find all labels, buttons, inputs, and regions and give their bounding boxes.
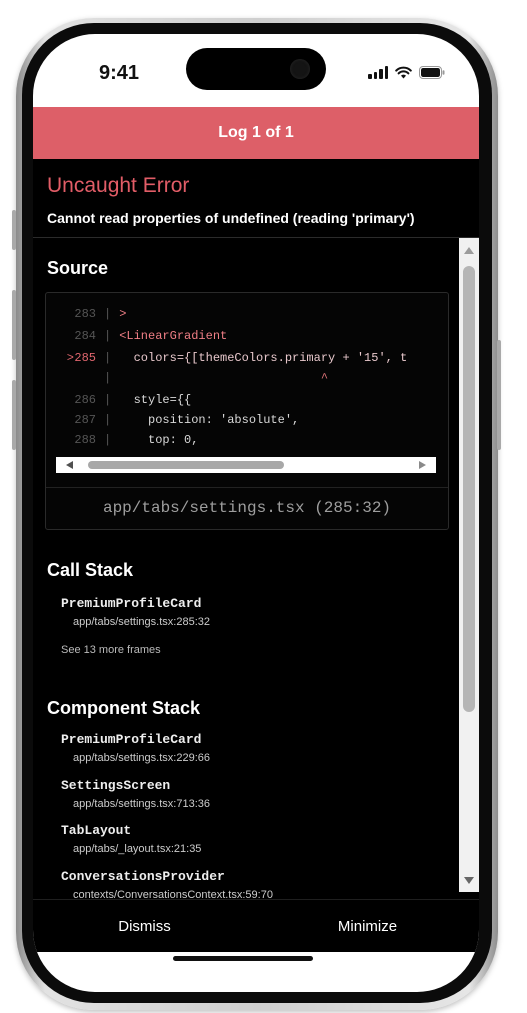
status-time: 9:41: [99, 62, 140, 84]
log-counter: Log 1 of 1: [218, 124, 294, 141]
details-scroll-area[interactable]: Source 283 | > 284 | <LinearGradient >285 | c…: [33, 238, 479, 929]
dynamic-island: [186, 48, 326, 90]
home-indicator[interactable]: [173, 956, 313, 961]
power-button: [497, 340, 501, 450]
source-section-title: Source: [47, 258, 109, 278]
component-stack-title: Component Stack: [47, 698, 201, 718]
camera-icon: [290, 59, 310, 79]
error-overlay: Uncaught Error Cannot read properties of…: [33, 159, 479, 929]
horizontal-scrollbar[interactable]: [56, 457, 436, 473]
code-line: 284 | <LinearGradient: [74, 329, 228, 343]
battery-icon: [419, 66, 445, 79]
code-line-highlighted: >285 | colors={[themeColors.primary + '15…: [66, 351, 408, 365]
divider: [46, 487, 448, 488]
component-frame-name[interactable]: SettingsScreen: [61, 778, 170, 793]
component-frame-name[interactable]: PremiumProfileCard: [61, 732, 201, 747]
phone-screen: 9:41 Log 1 of 1 Uncaught Error Cannot re…: [33, 34, 479, 992]
error-title: Uncaught Error: [47, 174, 190, 197]
component-frame-location: app/tabs/_layout.tsx:21:35: [73, 843, 202, 855]
cellular-signal-icon: [368, 66, 388, 79]
minimize-button[interactable]: Minimize: [256, 900, 479, 952]
code-line: 286 | style={{: [74, 393, 192, 407]
footer-actions: Dismiss Minimize: [33, 899, 479, 952]
component-frame-location: app/tabs/settings.tsx:229:66: [73, 752, 210, 764]
scroll-down-icon[interactable]: [464, 877, 474, 884]
dismiss-button[interactable]: Dismiss: [33, 900, 256, 952]
code-line-caret: | ^: [104, 371, 329, 385]
log-header: Log 1 of 1: [33, 107, 479, 159]
vertical-scroll-thumb[interactable]: [463, 266, 475, 712]
status-icons: [368, 66, 445, 79]
status-bar: 9:41: [33, 34, 479, 108]
error-message: Cannot read properties of undefined (rea…: [47, 210, 415, 226]
code-line: 283 | >: [74, 307, 127, 321]
code-line: 287 | position: 'absolute',: [74, 413, 300, 427]
vertical-scrollbar[interactable]: [459, 238, 479, 892]
call-stack-frame-name[interactable]: PremiumProfileCard: [61, 596, 201, 611]
horizontal-scroll-thumb[interactable]: [88, 461, 284, 469]
component-frame-name[interactable]: ConversationsProvider: [61, 869, 225, 884]
mute-switch: [12, 380, 16, 450]
call-stack-frame-location: app/tabs/settings.tsx:285:32: [73, 616, 210, 628]
source-file-link[interactable]: app/tabs/settings.tsx (285:32): [46, 499, 448, 517]
scroll-up-icon[interactable]: [464, 247, 474, 254]
see-more-frames-link[interactable]: See 13 more frames: [61, 644, 161, 656]
volume-down-button: [12, 290, 16, 360]
source-code-frame: 283 | > 284 | <LinearGradient >285 | colors={…: [45, 292, 449, 530]
scroll-right-icon[interactable]: [419, 461, 426, 469]
call-stack-title: Call Stack: [47, 560, 134, 580]
component-frame-name[interactable]: TabLayout: [61, 823, 131, 838]
scroll-left-icon[interactable]: [66, 461, 73, 469]
code-snippet[interactable]: 283 | > 284 | <LinearGradient >285 | colors={…: [46, 293, 448, 453]
volume-up-button: [12, 210, 16, 250]
code-line: 288 | top: 0,: [74, 433, 199, 447]
component-frame-location: app/tabs/settings.tsx:713:36: [73, 798, 210, 810]
wifi-icon: [395, 66, 412, 79]
